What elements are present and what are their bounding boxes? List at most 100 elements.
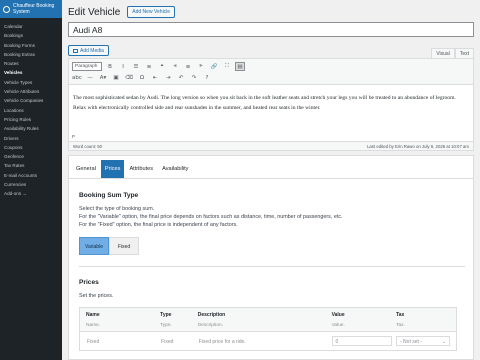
booking-sum-toggle: Variable Fixed [79, 237, 343, 255]
add-new-vehicle-button[interactable]: Add New Vehicle [127, 6, 176, 18]
sidebar-item-email-accounts[interactable]: E-mail Accounts [0, 171, 62, 180]
price-name-cell: Fixed [87, 339, 100, 345]
column-header-value: Value [331, 312, 345, 318]
sidebar-item-bookings[interactable]: Bookings [0, 31, 62, 40]
admin-sidebar: Chauffeur Booking System Calendar Bookin… [0, 0, 62, 360]
sidebar-item-vehicle-companies[interactable]: Vehicle Companies [0, 96, 62, 105]
price-tax-cell: - Not set - ⌄ [396, 336, 450, 346]
editor-content[interactable]: The most sophisticated sedan by Audi. Th… [69, 85, 473, 113]
sidebar-item-vehicles[interactable]: Vehicles [0, 68, 62, 77]
sidebar-submenu: Calendar Bookings Booking Forms Booking … [0, 18, 62, 199]
table-row: Fixed Fixed Fixed price for a ride. 0 - … [80, 331, 456, 350]
media-icon [73, 48, 78, 53]
link-icon[interactable]: 🔗 [209, 62, 219, 71]
content-editor: Paragraph B I ☰ ≡ ❝ ⫷ ≡ ⫸ 🔗 ⛶ ▤ abc — A▾ ▣ ⌫ Ω ⇤ ⇥ ↶ ↷? The… [68, 58, 474, 151]
align-left-icon[interactable]: ⫷ [170, 62, 180, 71]
tax-select[interactable]: - Not set - ⌄ [396, 336, 450, 346]
column-name: Name Name. [86, 312, 160, 328]
tab-general[interactable]: General [72, 160, 100, 178]
sidebar-item-geofence[interactable]: Geofence [0, 152, 62, 161]
toolbar-row-1: Paragraph B I ☰ ≡ ❝ ⫷ ≡ ⫸ 🔗 ⛶ ▤ [72, 61, 470, 72]
sidebar-item-coupons[interactable]: Coupons [0, 143, 62, 152]
price-value-input[interactable]: 0 [331, 336, 392, 346]
price-value-cell: 0 [331, 336, 396, 346]
tab-availability[interactable]: Availability [158, 160, 192, 178]
prices-table: Name Name. Type Type. Description Descri… [79, 307, 457, 351]
redo-icon[interactable]: ↷ [189, 73, 199, 82]
sidebar-item-vehicle-types[interactable]: Vehicle Types [0, 78, 62, 87]
prices-title: Prices [79, 279, 99, 286]
column-description: Description Description. [198, 312, 332, 328]
clear-formatting-icon[interactable]: ⌫ [124, 73, 134, 82]
plugin-title: Chauffeur Booking System [13, 3, 55, 15]
sidebar-item-calendar[interactable]: Calendar [0, 22, 62, 31]
sidebar-item-tax-rates[interactable]: Tax Rates [0, 161, 62, 170]
sidebar-item-drivers[interactable]: Drivers [0, 134, 62, 143]
vehicle-settings-panel: General Prices Attributes Availability B… [68, 155, 474, 360]
column-sub-name: Name. [86, 323, 101, 328]
sidebar-item-pricing-rules[interactable]: Pricing Rules [0, 115, 62, 124]
horizontal-line-icon[interactable]: — [85, 73, 95, 82]
text-color-icon[interactable]: A▾ [98, 73, 108, 82]
align-center-icon[interactable]: ≡ [183, 62, 193, 71]
add-media-label: Add Media [80, 47, 104, 54]
toolbar-toggle-icon[interactable]: ▤ [235, 62, 245, 71]
format-select[interactable]: Paragraph [72, 62, 102, 71]
column-value: Value Value. [332, 312, 397, 328]
toolbar-row-2: abc — A▾ ▣ ⌫ Ω ⇤ ⇥ ↶ ↷? [72, 72, 470, 83]
paste-text-icon[interactable]: ▣ [111, 73, 121, 82]
sidebar-item-currencies[interactable]: Currencies [0, 180, 62, 189]
editor-status-bar: Word count: 50 Last edited by Erin Rawo … [69, 141, 473, 150]
variable-option-button[interactable]: Variable [79, 237, 109, 255]
sidebar-item-routes[interactable]: Routes [0, 59, 62, 68]
section-divider [79, 266, 465, 267]
outdent-icon[interactable]: ⇤ [150, 73, 160, 82]
sidebar-item-add-ons[interactable]: Add-ons → [0, 189, 62, 198]
italic-icon[interactable]: I [118, 62, 128, 71]
fullscreen-icon[interactable]: ⛶ [222, 62, 232, 71]
price-type-cell: Fixed [161, 339, 174, 345]
sidebar-item-booking-extras[interactable]: Booking Extras [0, 50, 62, 59]
tax-select-value: - Not set - [400, 339, 422, 345]
page-title: Edit Vehicle [68, 6, 121, 18]
help-icon[interactable]: ? [202, 73, 212, 82]
numbered-list-icon[interactable]: ≡ [144, 62, 154, 71]
sidebar-item-locations[interactable]: Locations [0, 106, 62, 115]
undo-icon[interactable]: ↶ [176, 73, 186, 82]
add-media-button[interactable]: Add Media [68, 45, 109, 56]
sidebar-item-availability-rules[interactable]: Availability Rules [0, 124, 62, 133]
align-right-icon[interactable]: ⫸ [196, 62, 206, 71]
post-title-input[interactable]: Audi A8 [68, 22, 474, 37]
column-sub-tax: Tax. [396, 323, 405, 328]
fixed-option-button[interactable]: Fixed [109, 237, 139, 255]
bulleted-list-icon[interactable]: ☰ [131, 62, 141, 71]
plugin-menu-header[interactable]: Chauffeur Booking System [0, 0, 62, 18]
column-header-description: Description [197, 312, 226, 318]
blockquote-icon[interactable]: ❝ [157, 62, 167, 71]
special-character-icon[interactable]: Ω [137, 73, 147, 82]
booking-sum-desc-2: For the "Variable" option, the final pri… [79, 214, 343, 220]
chevron-down-icon: ⌄ [441, 339, 446, 345]
column-sub-description: Description. [197, 323, 224, 328]
column-header-name: Name [86, 312, 100, 318]
strikethrough-icon[interactable]: abc [72, 73, 82, 82]
page-header: Edit Vehicle Add New Vehicle [68, 6, 176, 18]
indent-icon[interactable]: ⇥ [163, 73, 173, 82]
sidebar-item-booking-forms[interactable]: Booking Forms [0, 41, 62, 50]
prices-section: Prices Set the prices. [79, 279, 113, 300]
column-tax: Tax Tax. [396, 312, 450, 328]
plugin-icon [3, 5, 10, 13]
sidebar-item-vehicle-attributes[interactable]: Vehicle Attributes [0, 87, 62, 96]
column-header-type: Type [160, 312, 172, 318]
tab-prices[interactable]: Prices [100, 160, 125, 178]
bold-icon[interactable]: B [105, 62, 115, 71]
settings-tabs: General Prices Attributes Availability [69, 156, 473, 179]
main-content: Edit Vehicle Add New Vehicle Audi A8 Add… [62, 0, 480, 360]
editor-toolbar: Paragraph B I ☰ ≡ ❝ ⫷ ≡ ⫸ 🔗 ⛶ ▤ abc — A▾ ▣ ⌫ Ω ⇤ ⇥ ↶ ↷? [69, 59, 473, 85]
booking-sum-section: Booking Sum Type Select the type of book… [79, 192, 343, 255]
column-sub-type: Type. [160, 323, 172, 328]
last-edited: Last edited by Erin Rawo on July 9, 2025… [367, 143, 469, 149]
prices-desc: Set the prices. [79, 293, 114, 299]
column-sub-value: Value. [331, 323, 345, 328]
tab-attributes[interactable]: Attributes [125, 160, 157, 178]
